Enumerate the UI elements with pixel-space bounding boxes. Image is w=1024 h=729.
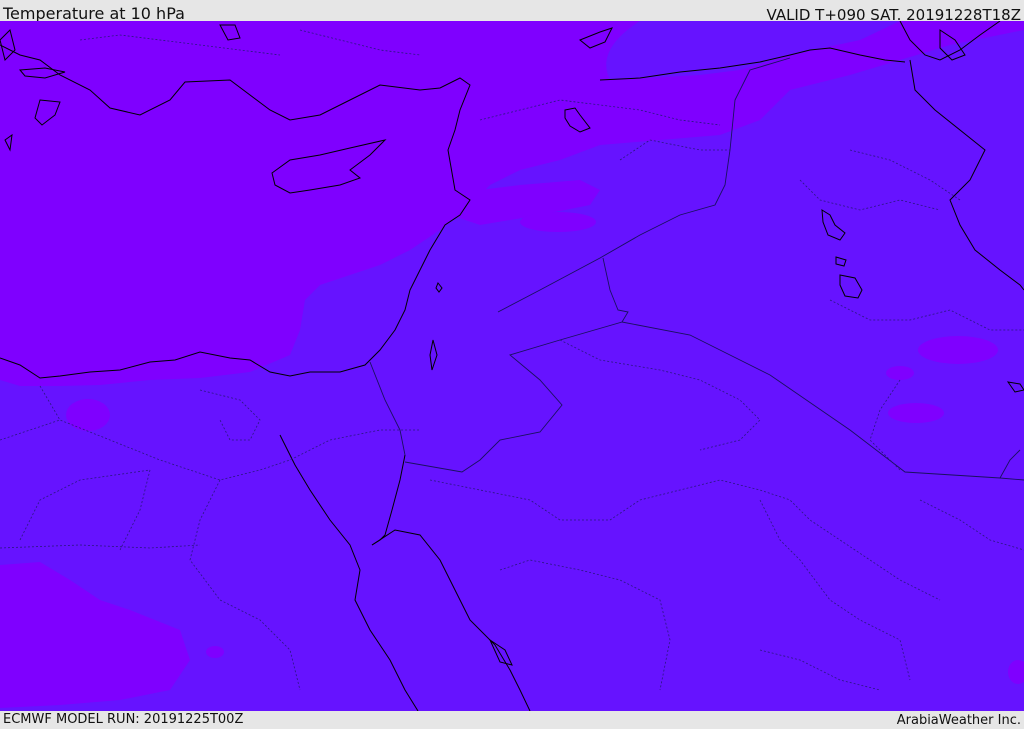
violet-patch-west — [66, 399, 110, 431]
header-bar: Temperature at 10 hPa VALID T+090 SAT. 2… — [0, 0, 1024, 24]
credit: ArabiaWeather Inc. — [896, 713, 1021, 728]
weather-map — [0, 21, 1024, 711]
violet-patch-east-1 — [918, 336, 998, 364]
violet-patch-sw — [206, 646, 224, 658]
footer-bar: ECMWF MODEL RUN: 20191225T00Z ArabiaWeat… — [0, 711, 1024, 729]
model-run: ECMWF MODEL RUN: 20191225T00Z — [3, 712, 244, 727]
violet-patch-east-3 — [886, 366, 914, 380]
violet-patch-mid — [520, 212, 596, 232]
violet-patch-east-2 — [888, 403, 944, 423]
